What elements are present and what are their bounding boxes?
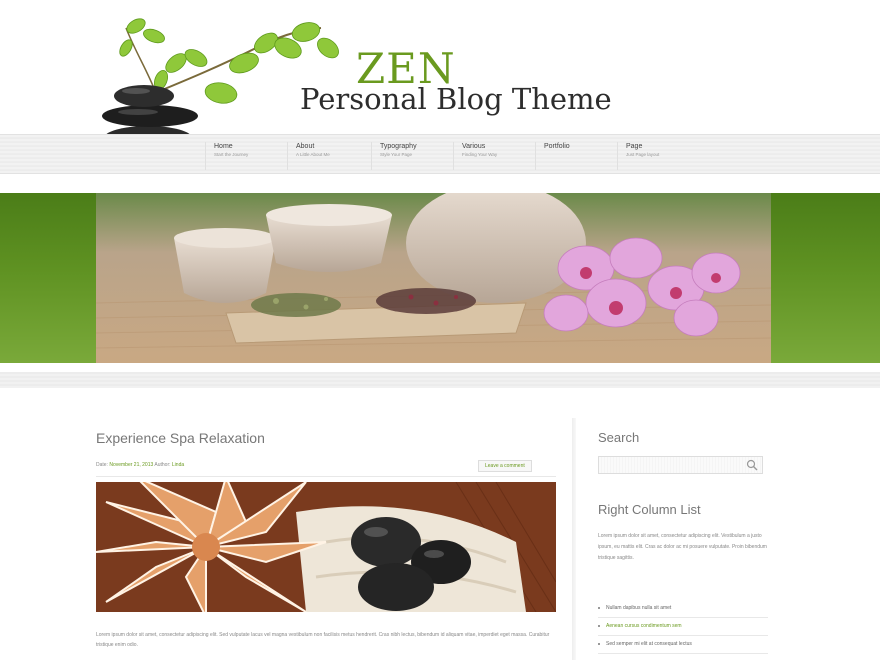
post-meta: Date: November 21, 2013 Author: Linda	[96, 462, 184, 468]
sidebar-text: Lorem ipsum dolor sit amet, consectetur …	[598, 533, 767, 561]
hero-tea-orchid-illustration	[96, 193, 771, 363]
nav-sublabel: Just Page layout	[626, 152, 660, 157]
post-date[interactable]: November 21, 2013	[109, 462, 153, 468]
nav-sublabel: A Little About Me	[296, 152, 330, 157]
hero-divider	[0, 372, 880, 388]
nav-label: Typography	[380, 143, 417, 150]
post-date-label: Date:	[96, 462, 110, 468]
list-heading: Right Column List	[598, 502, 701, 517]
post-divider	[96, 476, 556, 477]
nav-item-about[interactable]: About A Little About Me	[287, 142, 369, 170]
post-author-label: Author:	[153, 462, 172, 468]
nav-label: Various	[462, 143, 486, 150]
hero-image	[96, 193, 771, 363]
search-heading: Search	[598, 430, 640, 445]
site-tagline: Personal Blog Theme	[300, 82, 612, 116]
column-divider	[572, 418, 576, 660]
post-image	[96, 482, 556, 612]
nav-item-home[interactable]: Home Start the Journey	[205, 142, 285, 170]
post-title[interactable]: Experience Spa Relaxation	[96, 430, 265, 446]
nav-item-portfolio[interactable]: Portfolio	[535, 142, 615, 170]
search-icon[interactable]	[746, 459, 758, 471]
nav-item-various[interactable]: Various Finding Your Way	[453, 142, 533, 170]
comments-link[interactable]: Leave a comment	[478, 460, 532, 472]
post-excerpt: Lorem ipsum dolor sit amet, consectetur …	[96, 632, 550, 648]
nav-item-page[interactable]: Page Just Page layout	[617, 142, 697, 170]
nav-item-typography[interactable]: Typography Style Your Page	[371, 142, 451, 170]
list-item[interactable]: Aenean cursus condimentum sem	[598, 618, 768, 636]
nav-sublabel: Start the Journey	[214, 152, 249, 157]
nav-label: Page	[626, 143, 643, 150]
nav-sublabel: Style Your Page	[380, 152, 413, 157]
spa-flower-stones-illustration	[96, 482, 556, 612]
nav-label: Portfolio	[544, 143, 570, 150]
search-input[interactable]	[598, 456, 763, 474]
list-item[interactable]: Nullam dapibus nulla sit amet	[598, 600, 768, 618]
nav-sublabel: Finding Your Way	[462, 152, 498, 157]
list-item[interactable]: Sed semper mi elit at consequat lectus	[598, 636, 768, 654]
sidebar-list: Nullam dapibus nulla sit amet Aenean cur…	[598, 600, 768, 654]
nav-label: Home	[214, 143, 233, 150]
post-author[interactable]: Linda	[172, 462, 184, 468]
nav-label: About	[296, 143, 315, 150]
